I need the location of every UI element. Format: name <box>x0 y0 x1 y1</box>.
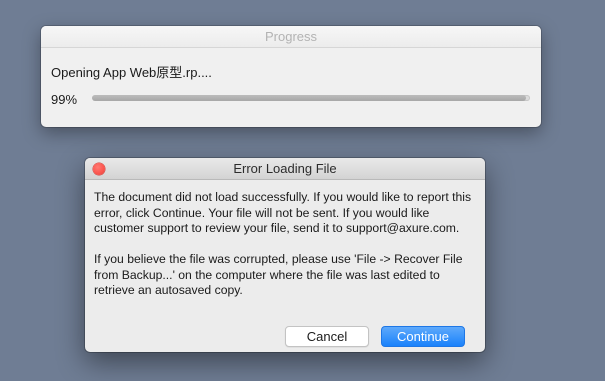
progress-bar-fill <box>92 95 526 101</box>
error-message-paragraph-2: If you believe the file was corrupted, p… <box>94 252 463 297</box>
progress-bar <box>92 95 530 101</box>
progress-titlebar: Progress <box>41 26 541 48</box>
error-dialog-title: Error Loading File <box>233 161 337 176</box>
progress-percent-label: 99% <box>51 92 78 107</box>
error-message: The document did not load successfully. … <box>94 190 479 299</box>
close-icon[interactable] <box>93 163 105 175</box>
error-dialog-titlebar: Error Loading File <box>85 158 485 180</box>
progress-message: Opening App Web原型.rp.... <box>51 65 212 80</box>
error-message-paragraph-1: The document did not load successfully. … <box>94 190 472 235</box>
continue-button[interactable]: Continue <box>381 326 465 347</box>
error-dialog: Error Loading File The document did not … <box>85 158 485 352</box>
progress-window: Progress Opening App Web原型.rp.... 99% <box>41 26 541 127</box>
progress-title: Progress <box>264 29 318 44</box>
cancel-button[interactable]: Cancel <box>285 326 369 347</box>
